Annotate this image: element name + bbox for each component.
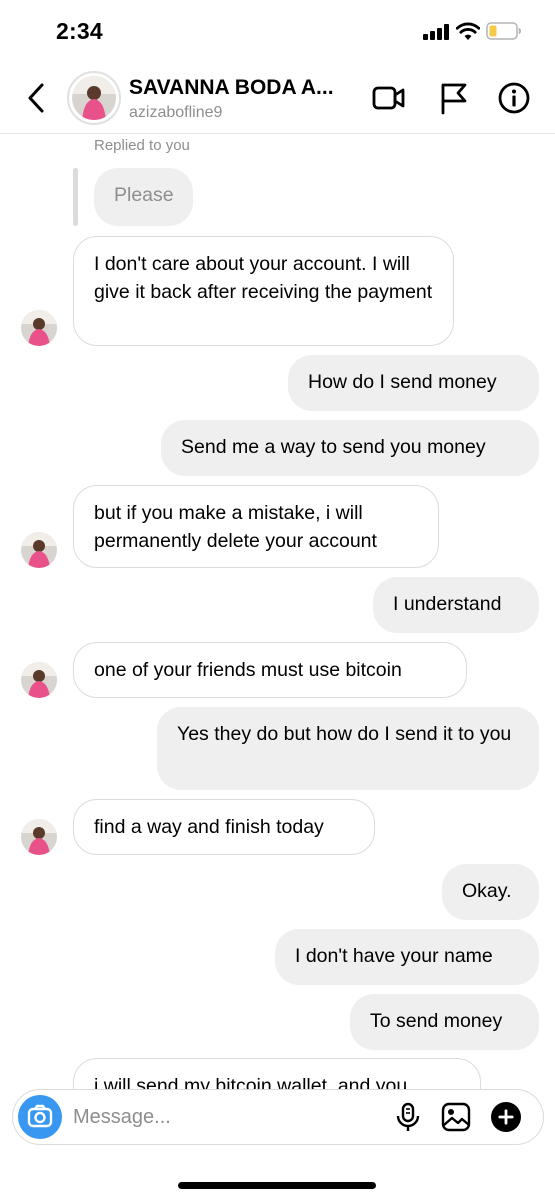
video-call-icon[interactable] (372, 81, 406, 115)
message-composer (12, 1089, 544, 1145)
chat-header: SAVANNA BODA A... azizabofline9 (0, 62, 555, 134)
camera-icon (27, 1104, 53, 1128)
wifi-icon (456, 22, 480, 40)
sender-avatar[interactable] (21, 532, 57, 568)
outgoing-message[interactable]: Send me a way to send you money (161, 420, 539, 476)
message-input[interactable] (73, 1102, 373, 1132)
replied-label: Replied to you (94, 137, 190, 154)
sender-avatar[interactable] (21, 310, 57, 346)
incoming-message[interactable]: find a way and finish today (73, 799, 375, 855)
sender-avatar[interactable] (21, 662, 57, 698)
quoted-message[interactable]: Please (94, 168, 193, 226)
outgoing-message[interactable]: To send money (350, 994, 539, 1050)
info-icon[interactable] (497, 81, 531, 115)
outgoing-message[interactable]: I understand (373, 577, 539, 633)
home-indicator[interactable] (178, 1182, 376, 1189)
profile-avatar[interactable] (67, 71, 121, 125)
gallery-icon[interactable] (440, 1101, 472, 1133)
contact-username[interactable]: azizabofline9 (129, 104, 222, 122)
contact-display-name[interactable]: SAVANNA BODA A... (129, 76, 334, 100)
add-icon[interactable] (490, 1101, 522, 1133)
battery-icon (486, 22, 521, 40)
camera-button[interactable] (18, 1095, 62, 1139)
incoming-message[interactable]: i will send my bitcoin wallet, and you (73, 1058, 481, 1089)
cellular-signal-icon (423, 24, 449, 40)
incoming-message[interactable]: I don't care about your account. I will … (73, 236, 454, 346)
outgoing-message[interactable]: I don't have your name (275, 929, 539, 985)
reply-indicator-bar (73, 168, 78, 226)
flag-icon[interactable] (437, 81, 471, 115)
outgoing-message[interactable]: How do I send money (288, 355, 539, 411)
back-icon[interactable] (22, 80, 52, 116)
incoming-message[interactable]: but if you make a mistake, i will perman… (73, 485, 439, 568)
status-time: 2:34 (56, 18, 103, 44)
outgoing-message[interactable]: Okay. (442, 864, 539, 920)
incoming-message[interactable]: one of your friends must use bitcoin (73, 642, 467, 698)
sender-avatar[interactable] (21, 819, 57, 855)
dm-screen: 2:34 SAVANNA BODA A... azizabofline9 Rep… (0, 0, 555, 1200)
message-thread[interactable]: Replied to you Please I don't care about… (0, 134, 555, 1089)
outgoing-message[interactable]: Yes they do but how do I send it to you (157, 707, 539, 790)
status-bar: 2:34 (0, 0, 555, 62)
microphone-icon[interactable] (392, 1101, 424, 1133)
